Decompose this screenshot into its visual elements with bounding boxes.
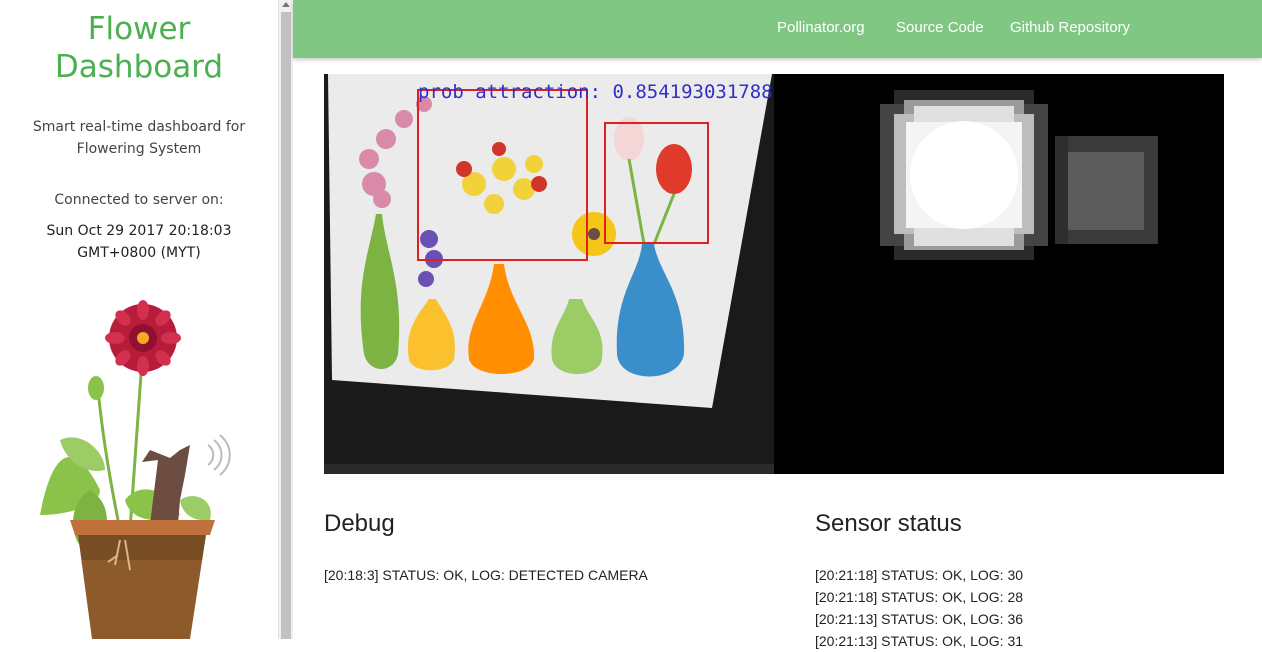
debug-heading: Debug — [324, 510, 395, 537]
detection-probability-label: prob attraction: 0.854193031788 — [418, 81, 773, 103]
camera-feed: prob attraction: 0.854193031788 — [324, 74, 1224, 474]
sidebar-scrollbar[interactable] — [278, 0, 293, 639]
log-line: [20:21:18] STATUS: OK, LOG: 28 — [815, 589, 1024, 605]
app-title-line2: Dashboard — [54, 49, 224, 85]
sidebar: Flower Dashboard Smart real-time dashboa… — [0, 0, 278, 639]
log-line: [20:21:13] STATUS: OK, LOG: 36 — [815, 611, 1024, 627]
nav-link-source-code[interactable]: Source Code — [896, 18, 984, 38]
camera-photo — [324, 74, 774, 474]
scroll-up-arrow-icon[interactable] — [282, 2, 290, 7]
app-subtitle: Smart real-time dashboard for Flowering … — [0, 116, 278, 160]
server-time: Sun Oct 29 2017 20:18:03 GMT+0800 (MYT) — [0, 220, 278, 264]
flower-pot-illustration — [40, 300, 231, 639]
scrollbar-thumb[interactable] — [281, 12, 291, 639]
log-line: [20:18:3] STATUS: OK, LOG: DETECTED CAME… — [324, 567, 648, 583]
top-navbar: Pollinator.org Source Code Github Reposi… — [293, 0, 1262, 58]
server-time-line1: Sun Oct 29 2017 20:18:03 — [46, 223, 232, 239]
connected-label: Connected to server on: — [54, 192, 224, 208]
app-title-line1: Flower — [87, 11, 191, 47]
sensor-status-heading: Sensor status — [815, 510, 962, 537]
mask-view — [774, 74, 1224, 474]
subtitle-line2: Flowering System — [76, 141, 202, 157]
nav-link-github-repository[interactable]: Github Repository — [1010, 18, 1130, 38]
nav-link-pollinator[interactable]: Pollinator.org — [777, 18, 865, 38]
subtitle-line1: Smart real-time dashboard for — [32, 119, 246, 135]
log-line: [20:21:13] STATUS: OK, LOG: 31 — [815, 633, 1024, 649]
flower-head-icon — [105, 300, 181, 376]
log-line: [20:21:18] STATUS: OK, LOG: 30 — [815, 567, 1024, 583]
app-title: Flower Dashboard — [0, 10, 278, 86]
server-time-line2: GMT+0800 (MYT) — [77, 245, 201, 261]
debug-log: [20:18:3] STATUS: OK, LOG: DETECTED CAME… — [324, 564, 648, 586]
